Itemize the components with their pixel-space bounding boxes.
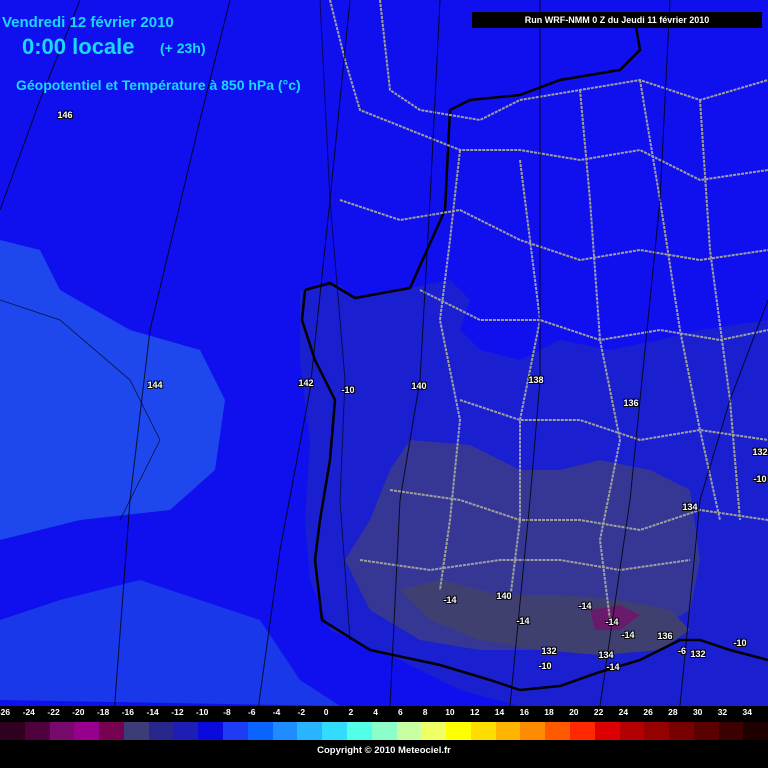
- legend-tick-label: 6: [398, 707, 403, 717]
- legend-swatch: [173, 722, 199, 740]
- legend-tick-label: 14: [494, 707, 505, 717]
- legend-swatch: [520, 722, 546, 740]
- copyright: Copyright © 2010 Meteociel.fr: [317, 745, 451, 756]
- contour-label: 138: [528, 375, 544, 385]
- legend-swatch: [0, 722, 25, 740]
- legend-tick-label: 12: [469, 707, 480, 717]
- legend-tick-label: -14: [146, 707, 159, 717]
- legend-swatch: [346, 722, 372, 740]
- legend-swatch: [24, 722, 50, 740]
- legend-swatch: [371, 722, 397, 740]
- legend-tick-label: -2: [297, 707, 306, 717]
- legend-swatch: [99, 722, 124, 740]
- legend-tick-label: -24: [22, 707, 35, 717]
- legend-swatch: [322, 722, 347, 740]
- forecast-date: Vendredi 12 février 2010: [2, 14, 174, 31]
- legend-tick-label: 24: [618, 707, 629, 717]
- contour-label: -14: [606, 662, 620, 672]
- contour-label: -14: [605, 617, 619, 627]
- legend-swatch: [272, 722, 298, 740]
- legend-swatch: [619, 722, 645, 740]
- legend-swatch: [123, 722, 149, 740]
- legend-swatch: [644, 722, 670, 740]
- legend-tick-label: -6: [247, 707, 256, 717]
- contour-label: 146: [57, 110, 73, 120]
- contour-label: -6: [677, 646, 687, 656]
- contour-label: 132: [541, 646, 557, 656]
- legend-tick-label: 8: [422, 707, 428, 717]
- legend-tick-label: 4: [373, 707, 378, 717]
- legend-swatch: [421, 722, 447, 740]
- legend-tick-label: -10: [196, 707, 209, 717]
- legend-swatch: [743, 722, 768, 740]
- contour-label: 140: [411, 381, 427, 391]
- legend-ticks: -26-24-22-20-18-16-14-12-10-8-6-4-202468…: [0, 707, 768, 721]
- contour-label: 136: [657, 631, 673, 641]
- legend-tick-label: -18: [96, 707, 110, 717]
- contour-label: 140: [496, 591, 512, 601]
- legend-swatch: [594, 722, 620, 740]
- legend-tick-label: -16: [121, 707, 135, 717]
- legend-color-bar: [0, 722, 768, 740]
- forecast-time: 0:00 locale: [22, 34, 135, 59]
- legend-tick-label: 10: [445, 707, 455, 717]
- contour-label: 134: [598, 650, 614, 660]
- contour-label: -14: [516, 616, 530, 626]
- legend-tick-label: 18: [544, 707, 554, 717]
- legend-swatch: [470, 722, 496, 740]
- contour-label: 134: [682, 502, 698, 512]
- legend-tick-label: -26: [0, 707, 11, 717]
- contour-label: 136: [623, 398, 639, 408]
- legend-tick-label: 26: [643, 707, 653, 717]
- legend-swatch: [446, 722, 471, 740]
- weather-map: [0, 0, 768, 768]
- legend-swatch: [247, 722, 273, 740]
- legend-tick-label: 0: [323, 707, 329, 717]
- contour-label: -14: [621, 630, 635, 640]
- contour-label: 144: [147, 380, 163, 390]
- contour-label: -10: [733, 638, 747, 648]
- legend-tick-label: 32: [717, 707, 728, 717]
- legend-tick-label: -4: [272, 707, 281, 717]
- legend-swatch: [718, 722, 744, 740]
- legend-tick-label: -12: [171, 707, 184, 717]
- legend-tick-label: 20: [569, 707, 579, 717]
- contour-label: 132: [752, 447, 768, 457]
- legend-swatch: [74, 722, 100, 740]
- forecast-lead-time: (+ 23h): [160, 40, 206, 56]
- legend-tick-label: 28: [668, 707, 678, 717]
- legend-swatch: [148, 722, 174, 740]
- legend-tick-label: 22: [593, 707, 604, 717]
- contour-label: -10: [341, 385, 355, 395]
- legend-swatch: [669, 722, 694, 740]
- variable-title: Géopotentiel et Température à 850 hPa (°…: [16, 77, 301, 93]
- legend-swatch: [49, 722, 75, 740]
- legend-tick-label: -8: [223, 707, 231, 717]
- legend-tick-label: 2: [348, 707, 354, 717]
- model-run-label: Run WRF-NMM 0 Z du Jeudi 11 février 2010: [472, 12, 762, 28]
- legend-tick-label: -20: [72, 707, 85, 717]
- legend-swatch: [198, 722, 224, 740]
- contour-label: -14: [578, 601, 592, 611]
- legend-swatch: [545, 722, 570, 740]
- legend-swatch: [569, 722, 595, 740]
- legend-tick-label: 34: [742, 707, 752, 717]
- legend-swatch: [495, 722, 521, 740]
- contour-label: 132: [690, 649, 706, 659]
- contour-label: -14: [443, 595, 457, 605]
- legend-swatch: [693, 722, 719, 740]
- legend-swatch: [396, 722, 422, 740]
- legend-swatch: [297, 722, 323, 740]
- contour-label: 142: [298, 378, 314, 388]
- contour-label: -10: [538, 661, 552, 671]
- contour-label: -10: [753, 474, 767, 484]
- legend-tick-label: 30: [692, 707, 703, 717]
- legend-tick-label: -22: [47, 707, 60, 717]
- legend-swatch: [223, 722, 248, 740]
- legend-tick-label: 16: [519, 707, 529, 717]
